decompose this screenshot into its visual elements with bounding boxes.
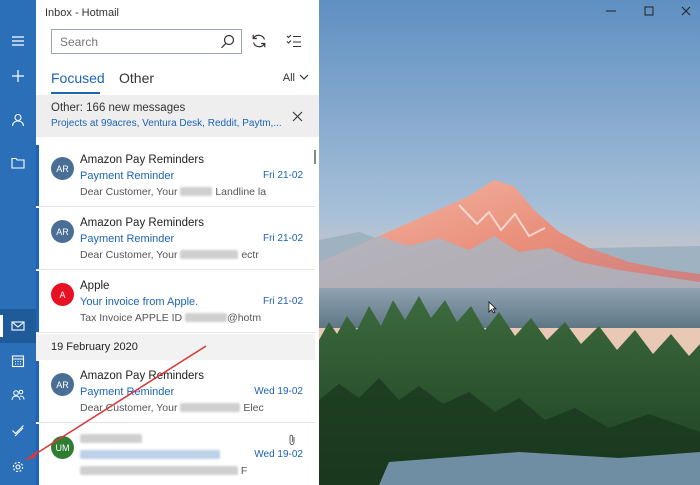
window-title: Inbox - Hotmail (45, 7, 119, 19)
date: Wed 19-02 (254, 449, 303, 460)
subject: Payment Reminder (80, 170, 175, 182)
mail-panel: Inbox - Hotmail Search Focused Other All… (36, 0, 319, 485)
search-box[interactable]: Search (51, 29, 242, 54)
banner-title: Other: 166 new messages (51, 102, 186, 114)
avatar: AR (51, 220, 74, 243)
preview-end: Landline la (215, 186, 267, 198)
tab-other[interactable]: Other (119, 70, 154, 86)
people-button[interactable] (0, 378, 36, 412)
scrollbar-thumb[interactable] (314, 150, 316, 164)
settings-button[interactable] (0, 450, 36, 484)
selection-mode-icon[interactable] (286, 33, 302, 49)
preview: Tax Invoice APPLE ID @hotm (80, 312, 261, 324)
avatar: A (51, 283, 74, 306)
avatar: AR (51, 157, 74, 180)
sender-name: Amazon Pay Reminders (80, 154, 204, 166)
filter-dropdown[interactable]: All (283, 72, 309, 84)
gear-icon (12, 461, 24, 473)
date: Fri 21-02 (262, 233, 303, 244)
todo-button[interactable] (0, 413, 36, 447)
sync-icon[interactable] (251, 33, 267, 49)
redacted-text (180, 250, 239, 259)
list-item[interactable]: A Apple Your invoice from Apple. Fri 21-… (36, 271, 315, 333)
inbox-tabs: Focused Other All (51, 70, 309, 94)
maximize-icon[interactable] (643, 5, 655, 17)
preview-start: Dear Customer, Your (80, 402, 178, 414)
people-icon (11, 389, 25, 401)
search-input[interactable]: Search (60, 35, 98, 49)
mountain-landscape-image (319, 0, 700, 485)
preview-start: Dear Customer, Your (80, 249, 178, 261)
date: Fri 21-02 (262, 170, 303, 181)
redacted-text (185, 313, 228, 322)
avatar: UM (51, 436, 74, 459)
list-item[interactable]: AR Amazon Pay Reminders Payment Reminder… (36, 361, 315, 423)
preview: Dear Customer, Your ectr (80, 249, 259, 261)
search-icon[interactable] (220, 34, 235, 49)
date-group-header: 19 February 2020 (36, 334, 315, 360)
other-inbox-banner[interactable]: Other: 166 new messages Projects at 99ac… (36, 95, 319, 137)
redacted-text (80, 450, 220, 459)
chevron-down-icon (299, 74, 309, 80)
minimize-icon[interactable] (605, 5, 617, 17)
folder-icon (11, 157, 25, 169)
sender-name: Amazon Pay Reminders (80, 217, 204, 229)
redacted-text (80, 466, 238, 475)
redacted-text (180, 187, 213, 196)
preview-start: Tax Invoice APPLE ID (80, 312, 183, 324)
plus-icon (12, 70, 24, 82)
close-icon[interactable] (292, 111, 303, 122)
list-item[interactable]: UM Wed 19-02 F (36, 424, 315, 485)
mail-icon (11, 321, 25, 331)
redacted-text (80, 434, 142, 443)
checkmark-icon (12, 425, 24, 437)
date: Fri 21-02 (262, 296, 303, 307)
list-item[interactable]: AR Amazon Pay Reminders Payment Reminder… (36, 208, 315, 270)
banner-senders: Projects at 99acres, Ventura Desk, Reddi… (51, 118, 282, 129)
sender-name: Apple (80, 280, 110, 292)
subject: Your invoice from Apple. (80, 296, 199, 308)
avatar: AR (51, 373, 74, 396)
date-group-label: 19 February 2020 (51, 341, 138, 353)
redacted-text (180, 403, 241, 412)
close-window-icon[interactable] (680, 5, 692, 17)
preview-start: Dear Customer, Your (80, 186, 178, 198)
mouse-cursor-icon (488, 301, 497, 314)
subject: Payment Reminder (80, 233, 175, 245)
preview: Dear Customer, Your Landline la (80, 186, 266, 198)
paperclip-icon (289, 434, 295, 445)
subject (80, 449, 220, 461)
calendar-button[interactable] (0, 344, 36, 378)
date: Wed 19-02 (254, 386, 303, 397)
preview: F (80, 465, 247, 477)
preview: Dear Customer, Your Elec (80, 402, 264, 414)
subject: Payment Reminder (80, 386, 175, 398)
preview-end: @hotm (227, 312, 262, 324)
menu-button[interactable] (0, 24, 36, 58)
preview-end: ectr (241, 249, 259, 261)
folders-button[interactable] (0, 146, 36, 180)
filter-label: All (282, 72, 295, 84)
preview-end: F (240, 465, 248, 477)
calendar-icon (11, 355, 25, 368)
hamburger-icon (12, 36, 24, 46)
sender-name: Amazon Pay Reminders (80, 370, 204, 382)
preview-end: Elec (243, 402, 264, 414)
tab-focused[interactable]: Focused (51, 70, 105, 94)
navigation-rail (0, 0, 36, 485)
person-icon (11, 113, 25, 127)
list-item[interactable]: AR Amazon Pay Reminders Payment Reminder… (36, 145, 315, 207)
new-mail-button[interactable] (0, 59, 36, 93)
sender-name (80, 433, 142, 445)
accounts-button[interactable] (0, 103, 36, 137)
mail-button[interactable] (0, 309, 36, 343)
reading-pane-background (319, 0, 700, 485)
